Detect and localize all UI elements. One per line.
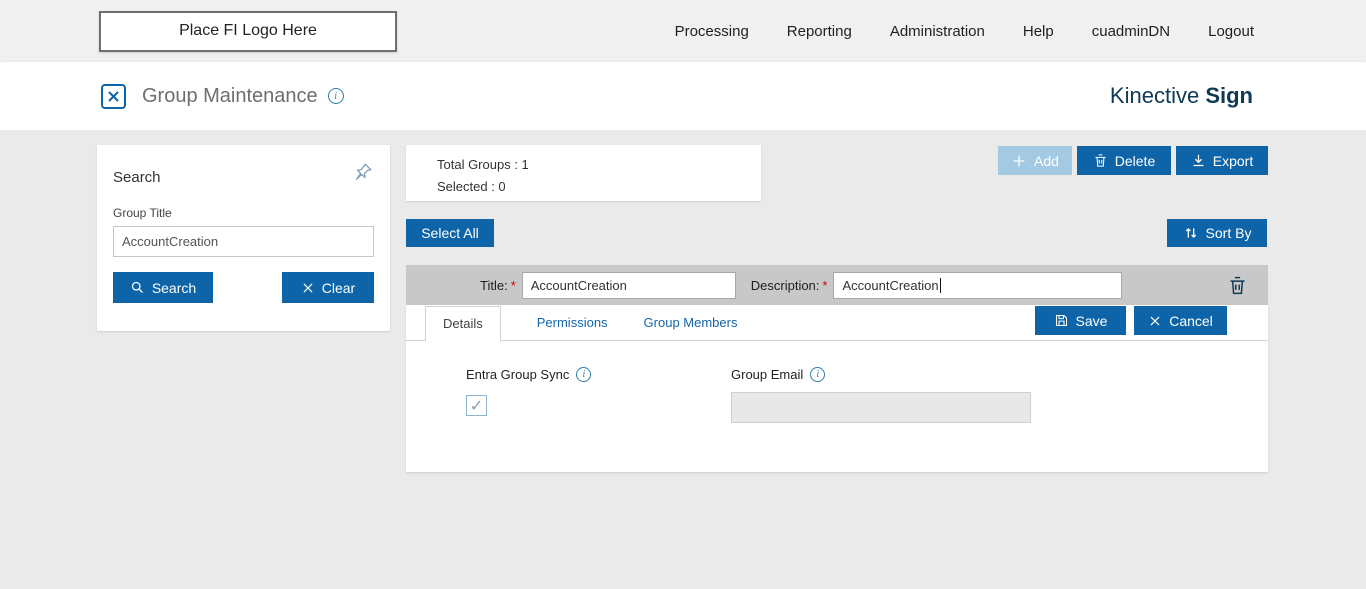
description-label-text: Description:: [751, 278, 820, 293]
top-navigation: Processing Reporting Administration Help…: [675, 23, 1254, 40]
group-maintenance-icon: [100, 83, 127, 110]
group-email-input[interactable]: [731, 392, 1031, 423]
nav-processing[interactable]: Processing: [675, 23, 749, 40]
total-groups-text: Total Groups : 1: [437, 154, 761, 176]
main-content: Search Group Title Search: [0, 130, 1366, 589]
title-label: Title:*: [480, 278, 516, 293]
page-title: Group Maintenance: [142, 85, 318, 108]
sort-by-label: Sort By: [1206, 225, 1252, 241]
brand-logo: Kinective Sign: [1110, 83, 1253, 109]
nav-reporting[interactable]: Reporting: [787, 23, 852, 40]
trash-icon: [1093, 153, 1108, 168]
clear-button-label: Clear: [322, 280, 355, 296]
selected-count-text: Selected : 0: [437, 176, 761, 198]
title-input[interactable]: [522, 272, 736, 299]
group-row[interactable]: Title:* Description:* AccountCreation: [406, 265, 1268, 305]
checkbox-check-mark: ✓: [470, 396, 483, 416]
fi-logo-placeholder: Place FI Logo Here: [99, 11, 397, 52]
save-floppy-icon: [1054, 313, 1069, 328]
description-input[interactable]: AccountCreation: [833, 272, 1122, 299]
nav-help[interactable]: Help: [1023, 23, 1054, 40]
title-bar: Group Maintenance i Kinective Sign: [0, 62, 1366, 130]
select-all-button[interactable]: Select All: [406, 219, 494, 247]
tab-details[interactable]: Details: [425, 306, 501, 342]
nav-administration[interactable]: Administration: [890, 23, 985, 40]
text-caret: [940, 278, 941, 293]
entra-group-sync-checkbox[interactable]: ✓: [466, 395, 487, 416]
save-button-label: Save: [1076, 313, 1108, 329]
cancel-button[interactable]: Cancel: [1134, 306, 1227, 335]
fi-logo-text: Place FI Logo Here: [179, 22, 317, 40]
group-email-field: Group Email i: [731, 367, 1031, 423]
search-button[interactable]: Search: [113, 272, 213, 303]
download-icon: [1191, 153, 1206, 168]
title-label-text: Title:: [480, 278, 508, 293]
pin-icon[interactable]: [352, 161, 374, 183]
app-window: Place FI Logo Here Processing Reporting …: [0, 0, 1366, 589]
group-title-input[interactable]: [113, 226, 374, 257]
search-panel-title: Search: [113, 161, 161, 186]
delete-button-label: Delete: [1115, 153, 1155, 169]
tabs-row: Details Permissions Group Members Save: [406, 305, 1268, 341]
export-button[interactable]: Export: [1176, 146, 1268, 175]
select-all-label: Select All: [421, 225, 479, 241]
export-button-label: Export: [1213, 153, 1253, 169]
tab-group-members[interactable]: Group Members: [644, 315, 738, 330]
brand-second: Sign: [1205, 83, 1253, 108]
entra-info-icon[interactable]: i: [576, 367, 591, 382]
tab-details-label: Details: [443, 316, 483, 331]
entra-group-sync-field: Entra Group Sync i ✓: [466, 367, 731, 423]
clear-x-icon: [301, 281, 315, 295]
search-panel: Search Group Title Search: [97, 145, 390, 331]
brand-first: Kinective: [1110, 83, 1199, 108]
group-email-label: Group Email: [731, 367, 803, 382]
description-label: Description:*: [751, 278, 828, 293]
detail-actions: Save Cancel: [1035, 306, 1227, 335]
group-title-label: Group Title: [113, 206, 374, 220]
details-tab-content: Entra Group Sync i ✓ Group Email i: [406, 341, 1268, 423]
description-value: AccountCreation: [842, 278, 938, 293]
clear-button[interactable]: Clear: [282, 272, 374, 303]
description-required-mark: *: [822, 278, 827, 293]
page-info-icon[interactable]: i: [328, 88, 344, 104]
group-toolbar: Add Delete Export: [998, 146, 1268, 175]
group-email-info-icon[interactable]: i: [810, 367, 825, 382]
top-bar: Place FI Logo Here Processing Reporting …: [0, 0, 1366, 62]
nav-user-cuadmindn[interactable]: cuadminDN: [1092, 23, 1170, 40]
plus-icon: [1011, 153, 1027, 169]
search-icon: [130, 280, 145, 295]
cancel-button-label: Cancel: [1169, 313, 1213, 329]
tab-permissions[interactable]: Permissions: [537, 315, 608, 330]
delete-button[interactable]: Delete: [1077, 146, 1171, 175]
row-trash-icon[interactable]: [1227, 275, 1248, 296]
sort-arrows-icon: [1183, 225, 1199, 241]
add-button-label: Add: [1034, 153, 1059, 169]
title-required-mark: *: [511, 278, 516, 293]
entra-group-sync-label: Entra Group Sync: [466, 367, 569, 382]
save-button[interactable]: Save: [1035, 306, 1126, 335]
summary-box: Total Groups : 1 Selected : 0: [406, 145, 761, 201]
cancel-x-icon: [1148, 314, 1162, 328]
group-detail-panel: Details Permissions Group Members Save: [406, 305, 1268, 472]
sort-by-button[interactable]: Sort By: [1167, 219, 1267, 247]
add-button[interactable]: Add: [998, 146, 1072, 175]
search-button-label: Search: [152, 280, 196, 296]
nav-logout[interactable]: Logout: [1208, 23, 1254, 40]
